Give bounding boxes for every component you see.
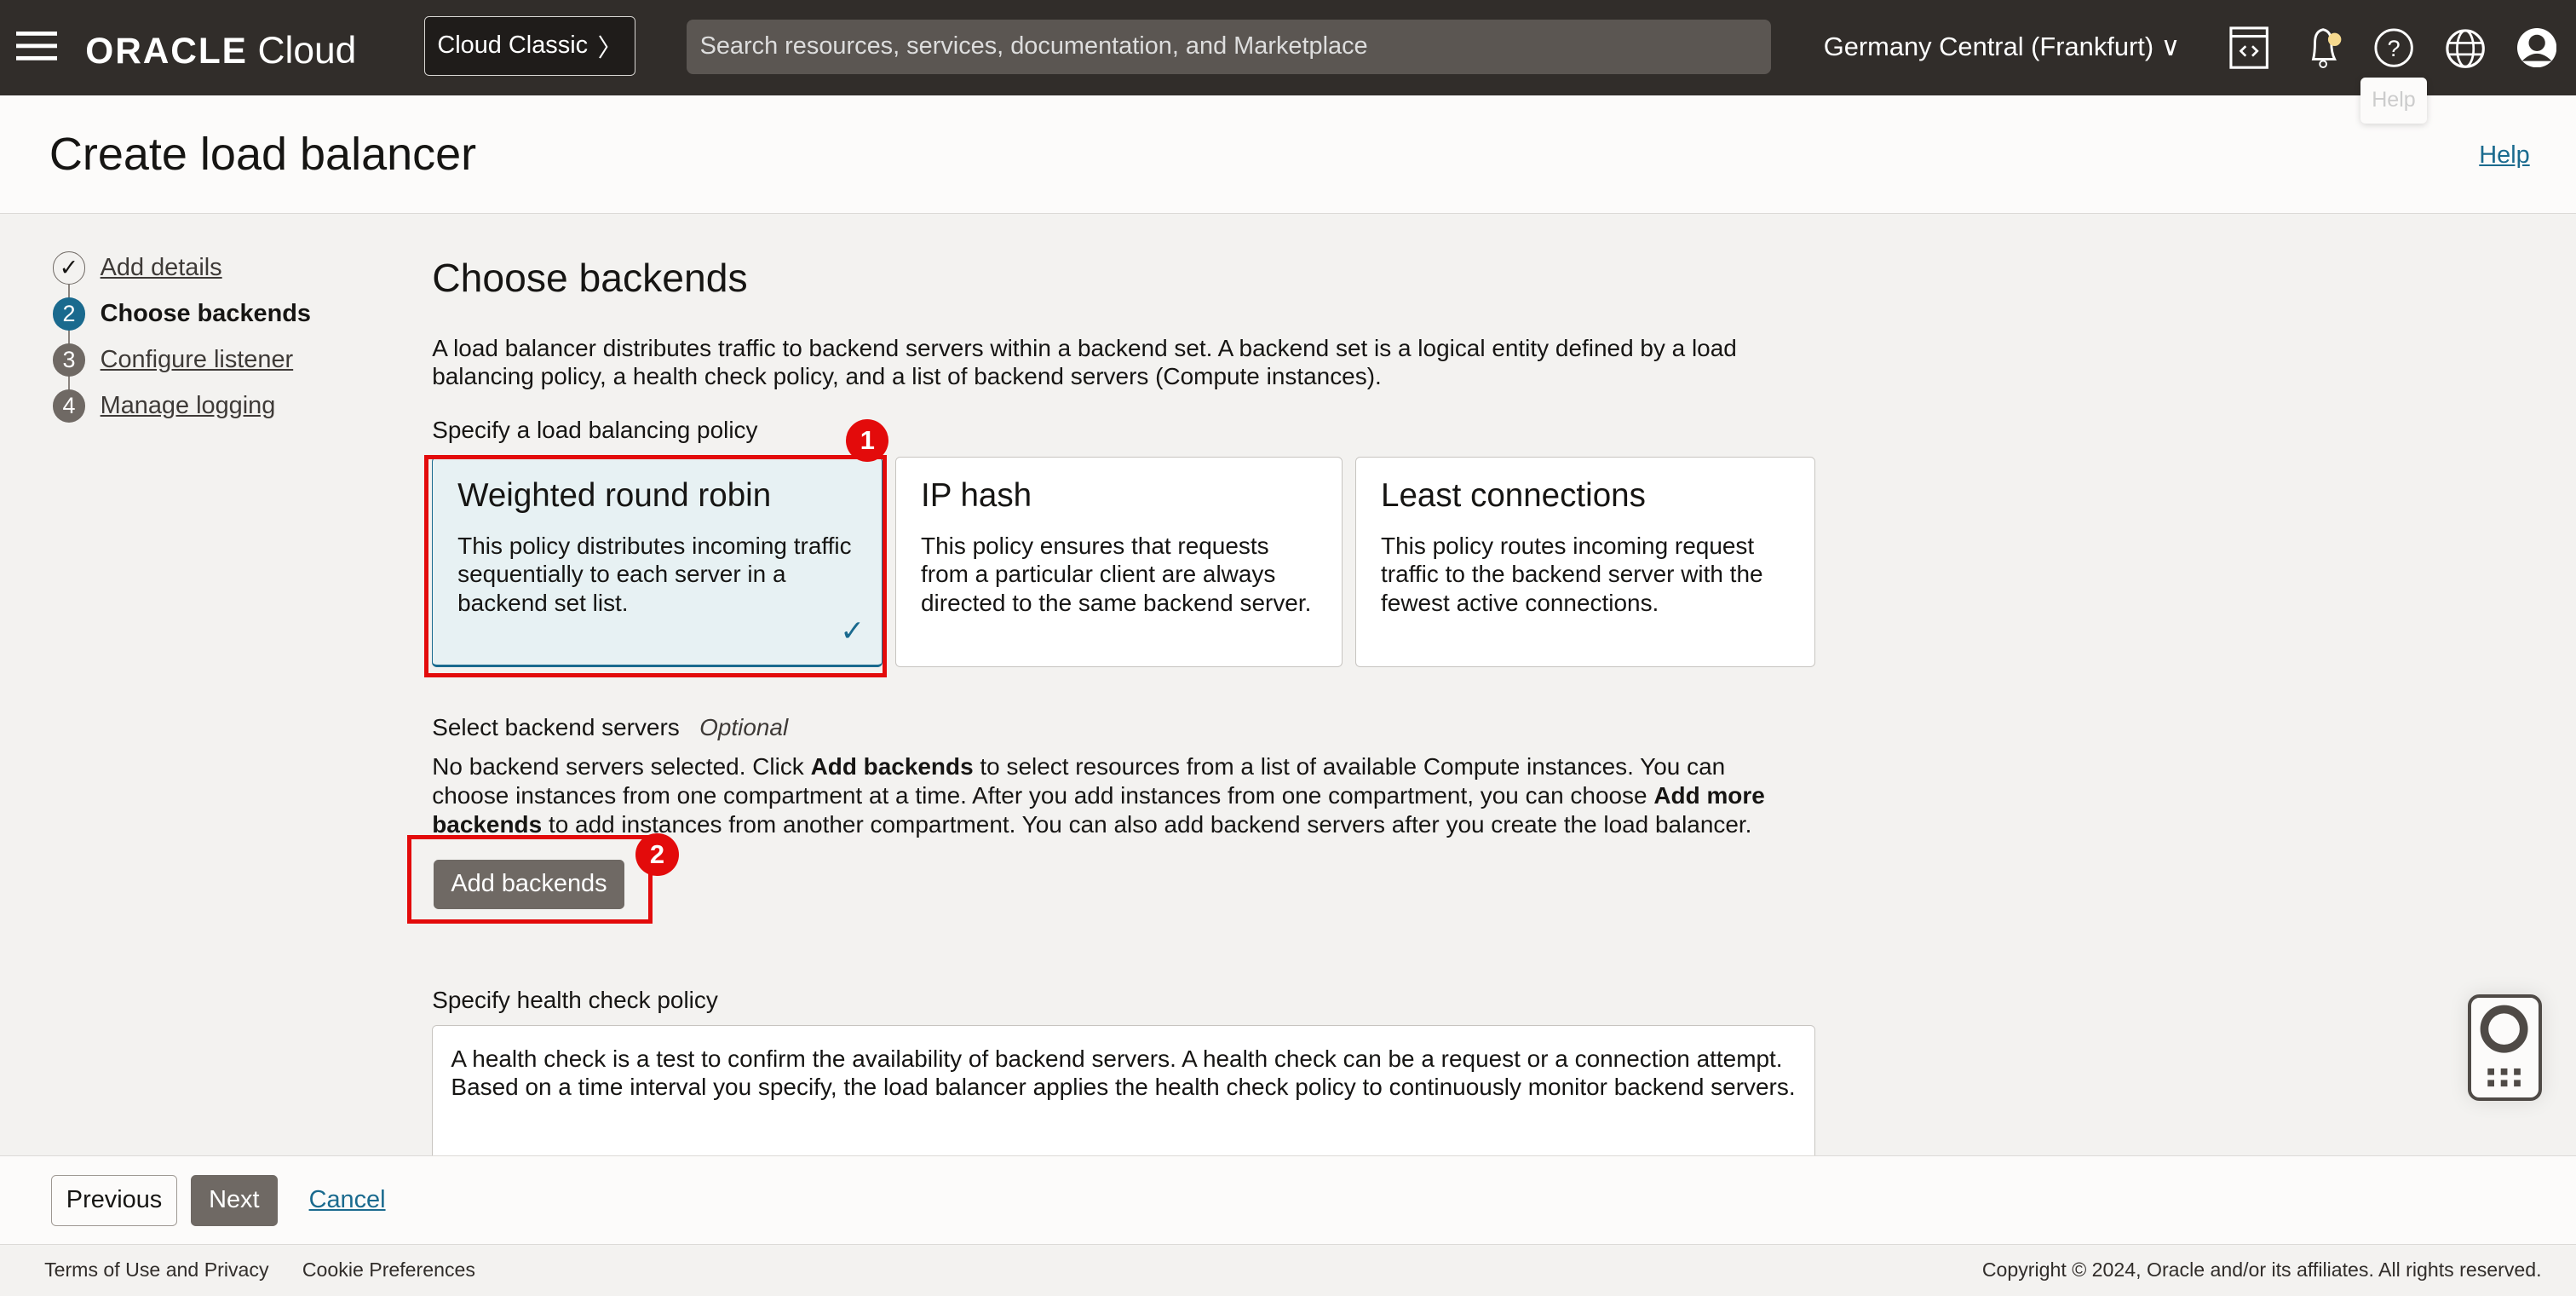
search-input[interactable]: Search resources, services, documentatio… — [687, 20, 1772, 74]
oracle-cloud-logo[interactable]: ORACLE Cloud — [85, 30, 356, 72]
step-label[interactable]: Add details — [101, 254, 222, 282]
logo-suffix: Cloud — [257, 29, 357, 72]
next-button[interactable]: Next — [190, 1174, 278, 1226]
annotation-badge-1: 1 — [846, 418, 889, 462]
health-check-label: Specify health check policy — [432, 987, 718, 1014]
step-label[interactable]: Manage logging — [101, 392, 276, 420]
backends-label: Select backend servers Optional — [432, 713, 788, 742]
cloud-classic-label: Cloud Classic — [437, 32, 589, 60]
wizard-footer — [0, 1155, 2576, 1244]
backends-help-text: No backend servers selected. Click Add b… — [432, 752, 1796, 838]
intro-text: A load balancer distributes traffic to b… — [432, 334, 1737, 390]
logo-brand: ORACLE — [85, 30, 248, 71]
policy-card-ip-hash[interactable]: IP hash This policy ensures that request… — [895, 457, 1343, 667]
help-tooltip: Help — [2360, 77, 2427, 124]
policy-label: Specify a load balancing policy — [432, 416, 758, 443]
hamburger-menu-icon[interactable] — [16, 31, 58, 68]
section-heading: Choose backends — [432, 255, 748, 300]
step-manage-logging[interactable]: 4 Manage logging — [52, 389, 276, 423]
step-number: 4 — [52, 389, 86, 423]
support-help-widget[interactable] — [2467, 994, 2542, 1102]
step-label[interactable]: Configure listener — [101, 346, 294, 374]
code-editor-icon[interactable] — [2229, 26, 2269, 76]
policy-description: This policy routes incoming request traf… — [1381, 532, 1763, 617]
policy-title: Least connections — [1381, 477, 1646, 515]
language-globe-icon[interactable] — [2445, 28, 2486, 76]
check-icon: ✓ — [52, 251, 86, 285]
policy-card-least-connections[interactable]: Least connections This policy routes inc… — [1355, 457, 1816, 667]
health-check-text: A health check is a test to confirm the … — [451, 1045, 1796, 1101]
help-link[interactable]: Help — [2479, 141, 2529, 170]
user-profile-icon[interactable] — [2516, 27, 2556, 74]
previous-button[interactable]: Previous — [50, 1174, 178, 1226]
search-placeholder: Search resources, services, documentatio… — [699, 32, 1368, 60]
optional-label: Optional — [699, 714, 789, 740]
terms-link[interactable]: Terms of Use and Privacy — [44, 1259, 268, 1282]
cookie-preferences-link[interactable]: Cookie Preferences — [302, 1259, 475, 1282]
cloud-classic-button[interactable]: Cloud Classic 〉 — [423, 16, 636, 76]
text-bold: Add backends — [810, 753, 974, 780]
policy-description: This policy ensures that requests from a… — [921, 532, 1312, 617]
region-selector[interactable]: Germany Central (Frankfurt) ∨ — [1824, 32, 2181, 62]
lifebuoy-icon — [2480, 1005, 2528, 1086]
step-add-details[interactable]: ✓ Add details — [52, 251, 222, 285]
region-label: Germany Central (Frankfurt) — [1823, 31, 2154, 61]
step-label: Choose backends — [100, 299, 311, 327]
annotation-badge-2: 2 — [635, 832, 679, 876]
page-title: Create load balancer — [49, 129, 477, 181]
backends-label-text: Select backend servers — [432, 714, 680, 740]
health-check-info-box: A health check is a test to confirm the … — [432, 1025, 1816, 1173]
step-configure-listener[interactable]: 3 Configure listener — [52, 343, 294, 377]
text: No backend servers selected. Click — [432, 753, 811, 780]
copyright-text: Copyright © 2024, Oracle and/or its affi… — [1981, 1259, 2542, 1282]
step-number: 3 — [52, 343, 86, 377]
chevron-right-icon: 〉 — [597, 34, 623, 62]
text: to add instances from another compartmen… — [542, 810, 1752, 838]
policy-title: IP hash — [921, 477, 1032, 515]
chevron-down-icon: ∨ — [2160, 31, 2181, 61]
svg-text:?: ? — [2387, 36, 2400, 61]
annotation-highlight-2 — [407, 834, 653, 924]
help-icon[interactable]: ? — [2374, 28, 2413, 74]
step-number: 2 — [52, 297, 86, 331]
cancel-link[interactable]: Cancel — [309, 1186, 386, 1214]
notification-dot — [2327, 32, 2342, 47]
step-choose-backends: 2 Choose backends — [52, 297, 311, 331]
annotation-highlight-1 — [423, 455, 888, 677]
notifications-bell-icon[interactable] — [2303, 23, 2346, 76]
